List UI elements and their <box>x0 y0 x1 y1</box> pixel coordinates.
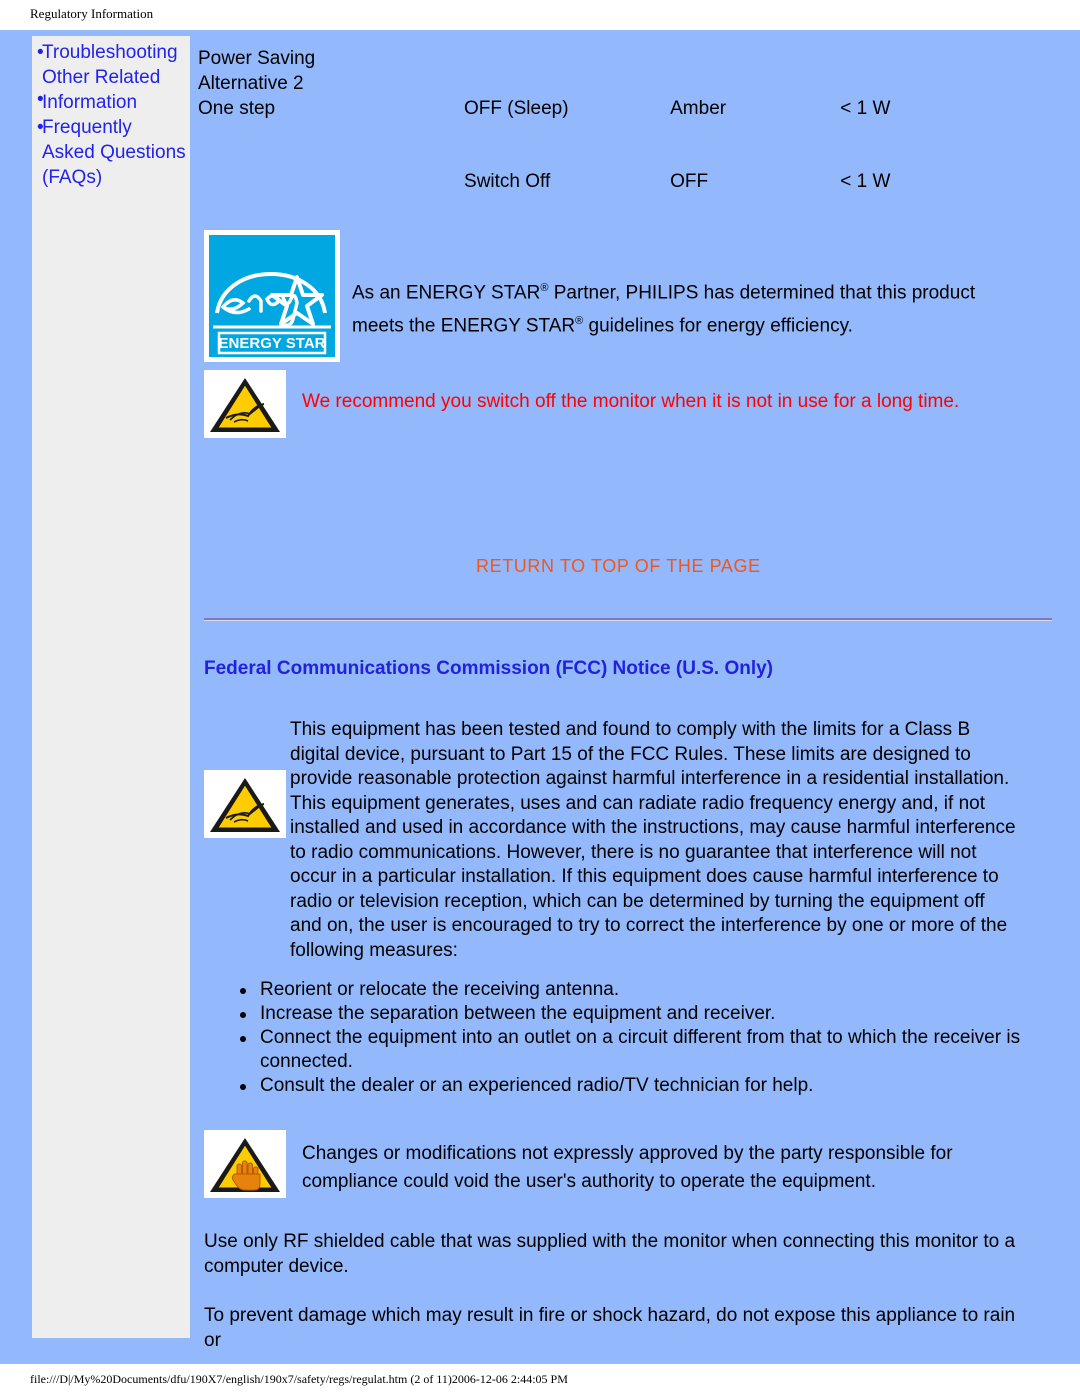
sidebar-item-label[interactable]: Troubleshooting <box>42 40 186 65</box>
spacer-cell <box>840 121 1056 169</box>
sidebar-item-faqs[interactable]: • Frequently Asked Questions (FAQs) <box>32 115 190 190</box>
energy-star-icon: ENERGY STAR <box>209 235 335 357</box>
power-saving-label-line: Power Saving <box>198 48 316 69</box>
print-header-title: Regulatory Information <box>30 6 154 21</box>
power-saving-label-line: One step <box>198 98 276 119</box>
return-to-top-link[interactable]: RETURN TO TOP OF THE PAGE <box>476 556 761 577</box>
recommend-warning-text: We recommend you switch off the monitor … <box>302 391 960 412</box>
fcc-section-heading: Federal Communications Commission (FCC) … <box>204 658 774 679</box>
list-item: Consult the dealer or an experienced rad… <box>228 1074 1056 1098</box>
changes-warning-text: Changes or modifications not expressly a… <box>302 1143 953 1192</box>
power-saving-led-value: Amber <box>670 98 727 119</box>
power-saving-led-cell: OFF <box>670 171 709 192</box>
sidebar-item-label[interactable]: Frequently Asked Questions (FAQs) <box>42 115 186 190</box>
energy-star-text-line2a: meets the ENERGY STAR <box>352 315 576 337</box>
sidebar-link-list: • Troubleshooting • Other Related Inform… <box>32 40 190 190</box>
power-saving-power-cell: < 1 W <box>840 46 1056 121</box>
sidebar-item-label[interactable]: Other Related Information <box>42 65 186 115</box>
power-saving-mode-cell: Switch Off <box>464 171 551 192</box>
warning-triangle-icon <box>204 370 286 438</box>
spacer-cell <box>198 121 464 169</box>
bullet-icon: • <box>37 117 44 138</box>
list-item: Increase the separation between the equi… <box>228 1002 1056 1026</box>
power-saving-led-cell: Amber <box>670 46 840 121</box>
power-saving-label-cell <box>198 169 464 194</box>
warning-triangle-glyph <box>204 370 286 438</box>
spacer-cell <box>464 121 670 169</box>
power-saving-table: Power Saving Alternative 2 One step OFF … <box>198 46 1056 194</box>
footer-bar: file:///D|/My%20Documents/dfu/190X7/engl… <box>0 1364 1080 1397</box>
table-row: Power Saving Alternative 2 One step OFF … <box>198 46 1056 121</box>
power-saving-mode-cell: OFF (Sleep) <box>464 46 670 121</box>
power-saving-label-line: Alternative 2 <box>198 73 304 94</box>
power-saving-label-cell: Power Saving Alternative 2 One step <box>198 46 464 121</box>
energy-star-logo-inner: ENERGY STAR <box>209 235 335 357</box>
footer-status-text: file:///D|/My%20Documents/dfu/190X7/engl… <box>30 1372 568 1386</box>
table-spacer-row <box>198 121 1056 169</box>
spacer-cell <box>670 121 840 169</box>
fcc-measures-list: Reorient or relocate the receiving anten… <box>228 978 1056 1098</box>
warning-triangle-icon <box>204 770 286 838</box>
power-saving-power-value: < 1 W <box>840 98 891 119</box>
print-header: Regulatory Information <box>0 0 1080 30</box>
power-saving-mode-value: OFF (Sleep) <box>464 98 569 119</box>
energy-star-text-line1b: Partner, PHILIPS has determined that thi… <box>548 282 976 304</box>
table-row: Switch Off OFF < 1 W <box>198 169 1056 194</box>
power-saving-power-cell: < 1 W <box>840 171 891 192</box>
energy-star-paragraph: As an ENERGY STAR® Partner, PHILIPS has … <box>352 274 1052 341</box>
bullet-icon: • <box>37 42 44 63</box>
energy-star-logo: ENERGY STAR <box>204 230 340 362</box>
energy-star-text-line1a: As an ENERGY STAR <box>352 282 541 304</box>
fcc-body-paragraph: This equipment has been tested and found… <box>290 719 1016 961</box>
warning-triangle-hand-glyph <box>204 1130 286 1198</box>
sidebar-item-troubleshooting[interactable]: • Troubleshooting <box>32 40 190 65</box>
list-item: Reorient or relocate the receiving anten… <box>228 978 1056 1002</box>
rain-notice-paragraph: To prevent damage which may result in fi… <box>204 1305 1016 1351</box>
warning-triangle-glyph <box>204 770 286 838</box>
page-canvas: • Troubleshooting • Other Related Inform… <box>0 30 1080 1364</box>
energy-star-text-line2b: guidelines for energy efficiency. <box>583 315 853 337</box>
section-divider <box>204 618 1052 621</box>
rf-cable-paragraph: Use only RF shielded cable that was supp… <box>204 1231 1016 1277</box>
warning-triangle-hand-icon <box>204 1130 286 1198</box>
energy-star-wordmark: ENERGY STAR <box>219 335 326 352</box>
sidebar-item-other-related-information[interactable]: • Other Related Information <box>32 65 190 115</box>
sidebar-navigation: • Troubleshooting • Other Related Inform… <box>32 36 190 1338</box>
bullet-icon: • <box>37 89 44 110</box>
list-item: Connect the equipment into an outlet on … <box>228 1026 1056 1074</box>
